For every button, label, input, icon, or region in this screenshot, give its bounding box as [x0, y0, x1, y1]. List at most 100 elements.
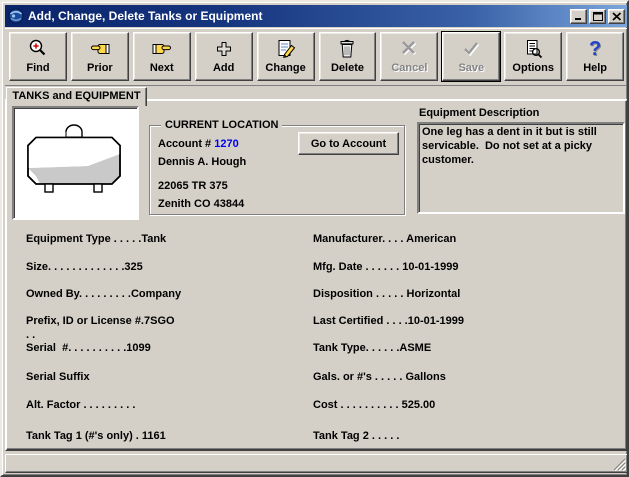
help-button-label: Help: [583, 61, 607, 75]
window-controls: [570, 9, 625, 24]
add-button-label: Add: [213, 61, 234, 75]
cancel-button-label: Cancel: [391, 61, 427, 75]
customer-name: Dennis A. Hough: [158, 156, 246, 168]
prior-button-label: Prior: [87, 61, 113, 75]
field-manufacturer-label: Manufacturer. . . .: [313, 233, 406, 245]
field-gals-or-numbers-label: Gals. or #'s . . . . .: [313, 371, 406, 383]
field-cost-value: 525.00: [402, 399, 436, 411]
field-manufacturer: Manufacturer. . . . American: [313, 233, 456, 245]
save-button-label: Save: [458, 61, 484, 75]
account-label: Account #: [158, 138, 214, 150]
field-tank-type-label: Tank Type. . . . . .: [313, 342, 399, 354]
field-serial-suffix: Serial Suffix: [26, 371, 90, 383]
field-owned-by: Owned By. . . . . . . . .Company: [26, 288, 181, 300]
change-button[interactable]: Change: [257, 32, 315, 81]
tanks-equipment-window: Add, Change, Delete Tanks or Equipment: [0, 0, 629, 477]
field-tank-tag-1-value: 1161: [142, 430, 166, 442]
account-line: Account # 1270: [158, 138, 239, 150]
question-mark-icon: ?: [589, 37, 601, 61]
field-gals-or-numbers: Gals. or #'s . . . . . Gallons: [313, 371, 446, 383]
maximize-button[interactable]: [589, 9, 606, 24]
field-cost: Cost . . . . . . . . . . 525.00: [313, 399, 435, 411]
field-prefix-note: . .: [26, 329, 35, 341]
field-disposition-value: Horizontal: [407, 288, 461, 300]
field-size-value: 325: [124, 261, 142, 273]
save-button: Save: [442, 32, 500, 81]
field-owned-by-value: Company: [131, 288, 181, 300]
hand-pointing-right-icon: [151, 37, 173, 61]
field-prefix-id-license-value: 7SGO: [144, 315, 175, 327]
field-last-certified: Last Certified . . . .10-01-1999: [313, 315, 464, 327]
field-alt-factor: Alt. Factor . . . . . . . . .: [26, 399, 135, 411]
field-mfg-date: Mfg. Date . . . . . . 10-01-1999: [313, 261, 459, 273]
tank-drawing-icon: [18, 118, 133, 208]
document-pencil-icon: [275, 37, 297, 61]
resize-grip[interactable]: [613, 458, 626, 471]
field-equipment-type: Equipment Type . . . . .Tank: [26, 233, 166, 245]
field-serial-number-value: 1099: [126, 342, 150, 354]
field-disposition: Disposition . . . . . Horizontal: [313, 288, 460, 300]
options-button-label: Options: [512, 61, 554, 75]
go-to-account-button[interactable]: Go to Account: [298, 132, 399, 155]
field-tank-tag-2: Tank Tag 2 . . . . .: [313, 430, 399, 442]
titlebar: Add, Change, Delete Tanks or Equipment: [5, 5, 628, 27]
equipment-description-box[interactable]: One leg has a dent in it but is still se…: [417, 122, 625, 214]
field-last-certified-label: Last Certified . . . .: [313, 315, 408, 327]
change-button-label: Change: [265, 61, 305, 75]
address-line-1: 22065 TR 375: [158, 180, 228, 192]
add-button[interactable]: Add: [195, 32, 253, 81]
x-mark-icon: [399, 37, 419, 61]
field-tank-tag-1-label: Tank Tag 1 (#'s only) .: [26, 430, 142, 442]
address-line-2: Zenith CO 43844: [158, 198, 244, 210]
next-button[interactable]: Next: [133, 32, 191, 81]
minimize-button[interactable]: [570, 9, 587, 24]
field-serial-number: Serial #. . . . . . . . . .1099: [26, 342, 151, 354]
tank-image: [12, 106, 139, 220]
options-button[interactable]: Options: [504, 32, 562, 81]
field-serial-suffix-label: Serial Suffix: [26, 371, 90, 383]
minimize-icon: [574, 12, 584, 21]
field-prefix-id-license-label: Prefix, ID or License #.: [26, 315, 144, 327]
field-manufacturer-value: American: [406, 233, 456, 245]
field-alt-factor-label: Alt. Factor . . . . . . . . .: [26, 399, 135, 411]
maximize-icon: [593, 12, 603, 21]
delete-button[interactable]: Delete: [319, 32, 377, 81]
field-gals-or-numbers-value: Gallons: [406, 371, 446, 383]
field-tank-tag-1: Tank Tag 1 (#'s only) . 1161: [26, 430, 166, 442]
field-size-label: Size. . . . . . . . . . . . .: [26, 261, 124, 273]
close-icon: [612, 12, 622, 21]
close-button[interactable]: [608, 9, 625, 24]
field-serial-number-label: Serial #. . . . . . . . . .: [26, 342, 126, 354]
find-button[interactable]: Find: [9, 32, 67, 81]
field-equipment-type-value: Tank: [141, 233, 166, 245]
field-disposition-label: Disposition . . . . .: [313, 288, 407, 300]
account-number: 1270: [214, 138, 238, 150]
field-cost-label: Cost . . . . . . . . . .: [313, 399, 402, 411]
cancel-button: Cancel: [380, 32, 438, 81]
prior-button[interactable]: Prior: [71, 32, 129, 81]
tab-tanks-and-equipment[interactable]: TANKS and EQUIPMENT: [6, 87, 147, 106]
equipment-description-label: Equipment Description: [419, 107, 539, 119]
field-size: Size. . . . . . . . . . . . .325: [26, 261, 143, 273]
globe-icon: [8, 8, 24, 24]
field-owned-by-label: Owned By. . . . . . . . .: [26, 288, 131, 300]
field-last-certified-value: 10-01-1999: [408, 315, 464, 327]
next-button-label: Next: [150, 61, 174, 75]
toolbar: Find Prior: [9, 32, 624, 81]
field-mfg-date-label: Mfg. Date . . . . . .: [313, 261, 402, 273]
hand-pointing-left-icon: [89, 37, 111, 61]
field-tank-tag-2-label: Tank Tag 2 . . . . .: [313, 430, 399, 442]
document-magnifier-icon: [523, 37, 543, 61]
magnifier-plus-icon: [27, 37, 49, 61]
field-tank-type-value: ASME: [399, 342, 431, 354]
window-title: Add, Change, Delete Tanks or Equipment: [28, 9, 570, 23]
checkmark-icon: [461, 37, 481, 61]
field-tank-type: Tank Type. . . . . .ASME: [313, 342, 431, 354]
trash-icon: [337, 37, 357, 61]
help-button[interactable]: ? Help: [566, 32, 624, 81]
status-bar: [5, 454, 628, 473]
current-location-group: CURRENT LOCATION Account # 1270 Dennis A…: [149, 118, 405, 215]
current-location-title: CURRENT LOCATION: [161, 118, 282, 132]
plus-icon: [216, 37, 232, 61]
field-prefix-id-license: Prefix, ID or License #.7SGO: [26, 315, 175, 327]
